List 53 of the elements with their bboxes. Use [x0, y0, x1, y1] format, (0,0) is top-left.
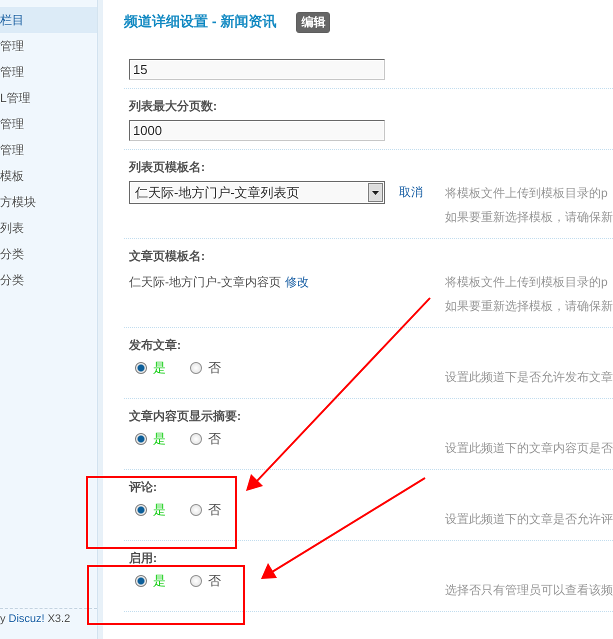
radio-button[interactable] [190, 504, 202, 516]
sidebar-item[interactable]: 列表 [0, 215, 97, 241]
radio-label: 否 [208, 572, 221, 590]
sidebar-item[interactable]: 方模块 [0, 189, 97, 215]
radio-button[interactable] [190, 433, 202, 445]
sidebar-item[interactable]: 管理 [0, 33, 97, 59]
field-label: 启用: [129, 550, 158, 567]
help-text: 如果要重新选择模板，请确保新 [445, 298, 613, 315]
help-text: 设置此频道下的文章是否允许评 [445, 511, 613, 528]
sidebar-item[interactable]: 模板 [0, 163, 97, 189]
field-label: 发布文章: [129, 337, 182, 354]
footer-text: y [0, 613, 6, 625]
sidebar-item[interactable]: L管理 [0, 85, 97, 111]
field-label: 文章内容页显示摘要: [129, 408, 242, 425]
radio-label: 是 [153, 572, 166, 590]
field-label: 列表最大分页数: [129, 98, 218, 115]
radio-button[interactable] [190, 362, 202, 374]
radio-label: 否 [208, 430, 221, 448]
radio-button[interactable] [135, 504, 147, 516]
help-text: 如果要重新选择模板，请确保新 [445, 209, 613, 226]
radio-button[interactable] [135, 433, 147, 445]
field-label: 列表页模板名: [129, 159, 206, 176]
footer-link[interactable]: Discuz! [8, 613, 45, 625]
sidebar-item[interactable]: 栏目 [0, 7, 97, 33]
modify-link[interactable]: 修改 [285, 274, 309, 291]
field-label: 文章页模板名: [129, 248, 206, 265]
edit-button[interactable]: 编辑 [296, 12, 330, 32]
radio-label: 否 [208, 359, 221, 377]
template-select[interactable]: 仁天际-地方门户-文章列表页 [129, 181, 385, 204]
help-text: 将模板文件上传到模板目录的p [445, 274, 609, 291]
radio-label: 是 [153, 430, 166, 448]
cancel-link[interactable]: 取消 [399, 184, 423, 201]
radio-button[interactable] [190, 575, 202, 587]
page-title: 频道详细设置 - 新闻资讯 [124, 13, 276, 31]
help-text: 设置此频道下的文章内容页是否 [445, 440, 613, 457]
radio-label: 是 [153, 501, 166, 519]
radio-button[interactable] [135, 362, 147, 374]
help-text: 选择否只有管理员可以查看该频 [445, 582, 613, 599]
template-name: 仁天际-地方门户-文章内容页 [129, 274, 281, 291]
sidebar-item[interactable]: 分类 [0, 241, 97, 267]
input-field[interactable]: 15 [129, 59, 385, 80]
footer-version: X3.2 [48, 613, 70, 625]
help-text: 将模板文件上传到模板目录的p [445, 185, 609, 202]
radio-label: 是 [153, 359, 166, 377]
sidebar-item[interactable]: 管理 [0, 111, 97, 137]
sidebar-item[interactable]: 分类 [0, 267, 97, 293]
radio-button[interactable] [135, 575, 147, 587]
sidebar-item[interactable]: 管理 [0, 59, 97, 85]
input-field[interactable]: 1000 [129, 120, 385, 141]
sidebar-item[interactable]: 管理 [0, 137, 97, 163]
field-label: 评论: [129, 479, 158, 496]
help-text: 设置此频道下是否允许发布文章 [445, 369, 613, 386]
radio-label: 否 [208, 501, 221, 519]
